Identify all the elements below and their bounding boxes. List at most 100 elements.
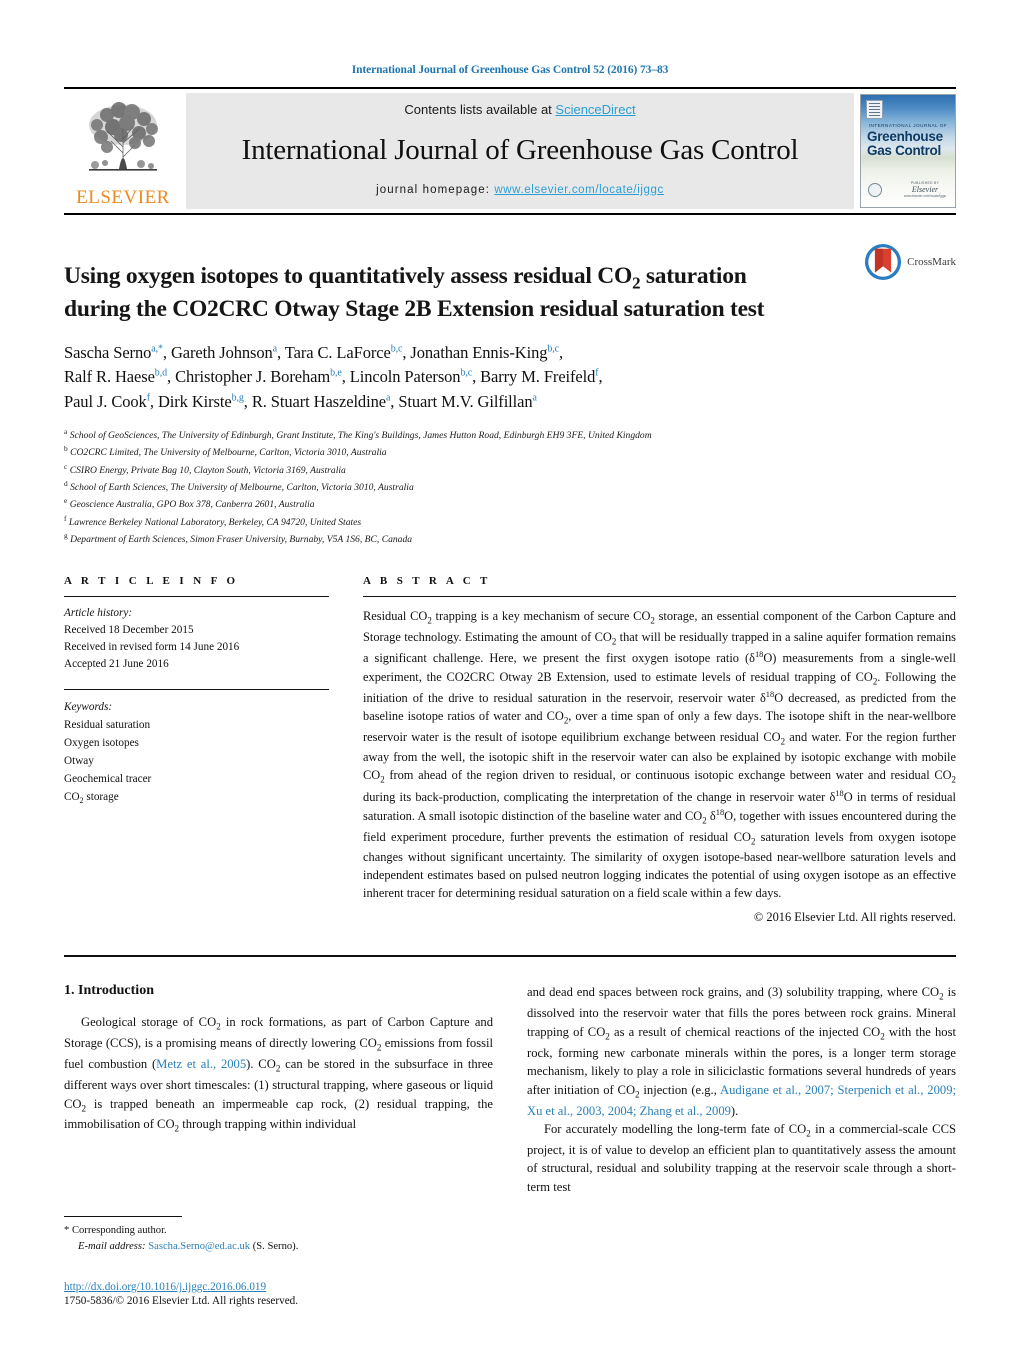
- affiliation-item: d School of Earth Sciences, The Universi…: [64, 478, 956, 495]
- corresponding-author-text: * Corresponding author.: [64, 1225, 167, 1237]
- journal-cover-thumbnail[interactable]: INTERNATIONAL JOURNAL OF Greenhouse Gas …: [860, 94, 956, 208]
- keyword-item: CO2 storage: [64, 791, 119, 806]
- author-item: Tara C. LaForceb,c: [284, 342, 403, 362]
- citation-link[interactable]: Audigane et al., 2007; Sterpenich et al.…: [527, 1083, 956, 1118]
- email-note: E-mail address: Sascha.Serno@ed.ac.uk (S…: [64, 1239, 484, 1255]
- elsevier-tree-icon: [89, 102, 158, 171]
- paper-page: International Journal of Greenhouse Gas …: [0, 0, 1020, 1351]
- author-item: Dirk Kirsteb,g: [157, 391, 244, 411]
- title-part-1b: saturation: [640, 262, 747, 289]
- cover-title: Greenhouse Gas Control: [867, 129, 951, 159]
- section-heading-introduction: 1. Introduction: [64, 983, 154, 999]
- author-affil-marks: b,g: [231, 392, 244, 403]
- history-item: Accepted 21 June 2016: [64, 657, 169, 670]
- author-affil-marks: b,e: [330, 367, 342, 379]
- cover-logo-bottom: www.elsevier.com/locate/ijggc: [903, 194, 947, 198]
- sciencedirect-link[interactable]: ScienceDirect: [555, 102, 635, 117]
- page-title: Using oxygen isotopes to quantitatively …: [64, 261, 834, 325]
- author-item: Christopher J. Borehamb,e: [175, 367, 342, 387]
- email-label: E-mail address:: [78, 1241, 146, 1253]
- author-item: Sascha Sernoa,*: [64, 342, 163, 362]
- abstract-heading: A B S T R A C T: [363, 575, 491, 588]
- article-info-heading: A R T I C L E I N F O: [64, 575, 239, 588]
- cover-logo-mid: Elsevier: [911, 185, 939, 194]
- email-link[interactable]: Sascha.Serno@ed.ac.uk: [148, 1241, 250, 1252]
- affiliation-mark: e: [64, 496, 68, 506]
- author-affil-marks: a: [385, 392, 391, 403]
- affiliation-mark: a: [64, 426, 68, 436]
- article-history: Article history: Received 18 December 20…: [64, 597, 329, 672]
- author-affil-marks: b,c: [547, 343, 560, 355]
- crossmark-icon: [865, 243, 902, 281]
- elsevier-wordmark: ELSEVIER: [76, 187, 170, 208]
- journal-masthead: ELSEVIER Contents lists available at Sci…: [64, 87, 956, 215]
- keywords-block: Keywords: Residual saturation Oxygen iso…: [64, 688, 329, 808]
- author-item: Ralf R. Haeseb,d: [64, 367, 167, 387]
- cover-footer-band: [861, 201, 955, 207]
- keyword-item: Otway: [64, 754, 94, 767]
- cover-elsevier-icon: [866, 100, 883, 119]
- author-affil-marks: b,d: [154, 367, 167, 379]
- contents-line: Contents lists available at ScienceDirec…: [404, 102, 635, 117]
- history-item: Received in revised form 14 June 2016: [64, 640, 240, 653]
- issn-copyright: 1750-5836/© 2016 Elsevier Ltd. All right…: [64, 1295, 299, 1307]
- affiliation-item: c CSIRO Energy, Private Bag 10, Clayton …: [64, 461, 956, 478]
- author-affil-marks: a: [532, 392, 537, 403]
- author-item: Lincoln Patersonb,c: [349, 367, 473, 387]
- journal-homepage-link[interactable]: www.elsevier.com/locate/ijggc: [494, 184, 664, 196]
- title-block: Using oxygen isotopes to quantitatively …: [64, 215, 956, 325]
- author-item: Paul J. Cookf: [64, 391, 150, 411]
- affiliation-item: a School of GeoSciences, The University …: [64, 426, 956, 443]
- affiliation-mark: b: [64, 444, 68, 454]
- running-head: International Journal of Greenhouse Gas …: [351, 64, 669, 76]
- author-affil-marks: a,*: [151, 343, 163, 355]
- abstract-column: A B S T R A C T Residual CO2 trapping is…: [349, 575, 956, 925]
- affiliation-text: CO2CRC Limited, The University of Melbou…: [70, 447, 387, 459]
- footnote-rule: [64, 1216, 182, 1218]
- body-column-left: 1. Introduction Geological storage of CO…: [64, 983, 493, 1196]
- author-affil-marks: f: [146, 392, 150, 403]
- affiliation-item: g Department of Earth Sciences, Simon Fr…: [64, 530, 956, 547]
- author-item: Stuart M.V. Gilfillana: [398, 391, 537, 411]
- journal-banner: Contents lists available at ScienceDirec…: [186, 93, 854, 209]
- intro-paragraph-1: Geological storage of CO2 in rock format…: [64, 1015, 493, 1134]
- affiliation-text: Geoscience Australia, GPO Box 378, Canbe…: [69, 499, 315, 511]
- affiliation-text: Department of Earth Sciences, Simon Fras…: [70, 534, 413, 546]
- keyword-item: Residual saturation: [64, 718, 151, 731]
- affiliation-item: f Lawrence Berkeley National Laboratory,…: [64, 513, 956, 530]
- body-columns: 1. Introduction Geological storage of CO…: [64, 983, 956, 1196]
- cover-title-line1: Greenhouse: [867, 129, 943, 144]
- affiliation-text: School of GeoSciences, The University of…: [69, 430, 652, 442]
- doi-link[interactable]: http://dx.doi.org/10.1016/j.ijggc.2016.0…: [64, 1281, 266, 1293]
- author-affil-marks: b,c: [460, 367, 473, 379]
- affiliation-item: e Geoscience Australia, GPO Box 378, Can…: [64, 495, 956, 512]
- contents-prefix: Contents lists available at: [404, 102, 556, 117]
- crossmark-badge[interactable]: CrossMark: [864, 243, 956, 281]
- cover-seal-icon: [868, 183, 882, 197]
- author-item: Gareth Johnsona: [170, 342, 278, 362]
- abstract-copyright: © 2016 Elsevier Ltd. All rights reserved…: [753, 910, 956, 925]
- author-item: R. Stuart Haszeldinea: [251, 391, 391, 411]
- author-list: Sascha Sernoa,*, Gareth Johnsona, Tara C…: [64, 342, 603, 411]
- affiliation-mark: c: [64, 461, 68, 471]
- journal-title: International Journal of Greenhouse Gas …: [241, 134, 799, 166]
- title-part-1: Using oxygen isotopes to quantitatively …: [64, 262, 633, 289]
- affiliation-text: CSIRO Energy, Private Bag 10, Clayton So…: [69, 464, 346, 476]
- citation-link[interactable]: Metz et al., 2005: [156, 1057, 246, 1071]
- author-affil-marks: f: [595, 367, 599, 379]
- title-part-2: during the CO2CRC Otway Stage 2B Extensi…: [64, 296, 765, 323]
- cover-title-line2: Gas Control: [867, 143, 941, 159]
- history-item: Received 18 December 2015: [64, 624, 194, 637]
- keyword-item: Oxygen isotopes: [64, 736, 139, 749]
- elsevier-logo: ELSEVIER: [64, 89, 182, 213]
- author-affil-marks: a: [272, 343, 278, 355]
- journal-homepage-line: journal homepage: www.elsevier.com/locat…: [376, 184, 664, 196]
- corresponding-author-note: * Corresponding author.: [64, 1223, 484, 1239]
- author-affil-marks: b,c: [390, 343, 403, 355]
- crossmark-label: CrossMark: [907, 256, 956, 268]
- info-abstract-row: A R T I C L E I N F O Article history: R…: [64, 575, 956, 925]
- author-item: Jonathan Ennis-Kingb,c: [410, 342, 560, 362]
- cover-publisher-logo: PUBLISHED BY Elsevier www.elsevier.com/l…: [903, 181, 947, 198]
- abstract-text: Residual CO2 trapping is a key mechanism…: [363, 609, 957, 901]
- footnote-area: * Corresponding author. E-mail address: …: [64, 1216, 484, 1307]
